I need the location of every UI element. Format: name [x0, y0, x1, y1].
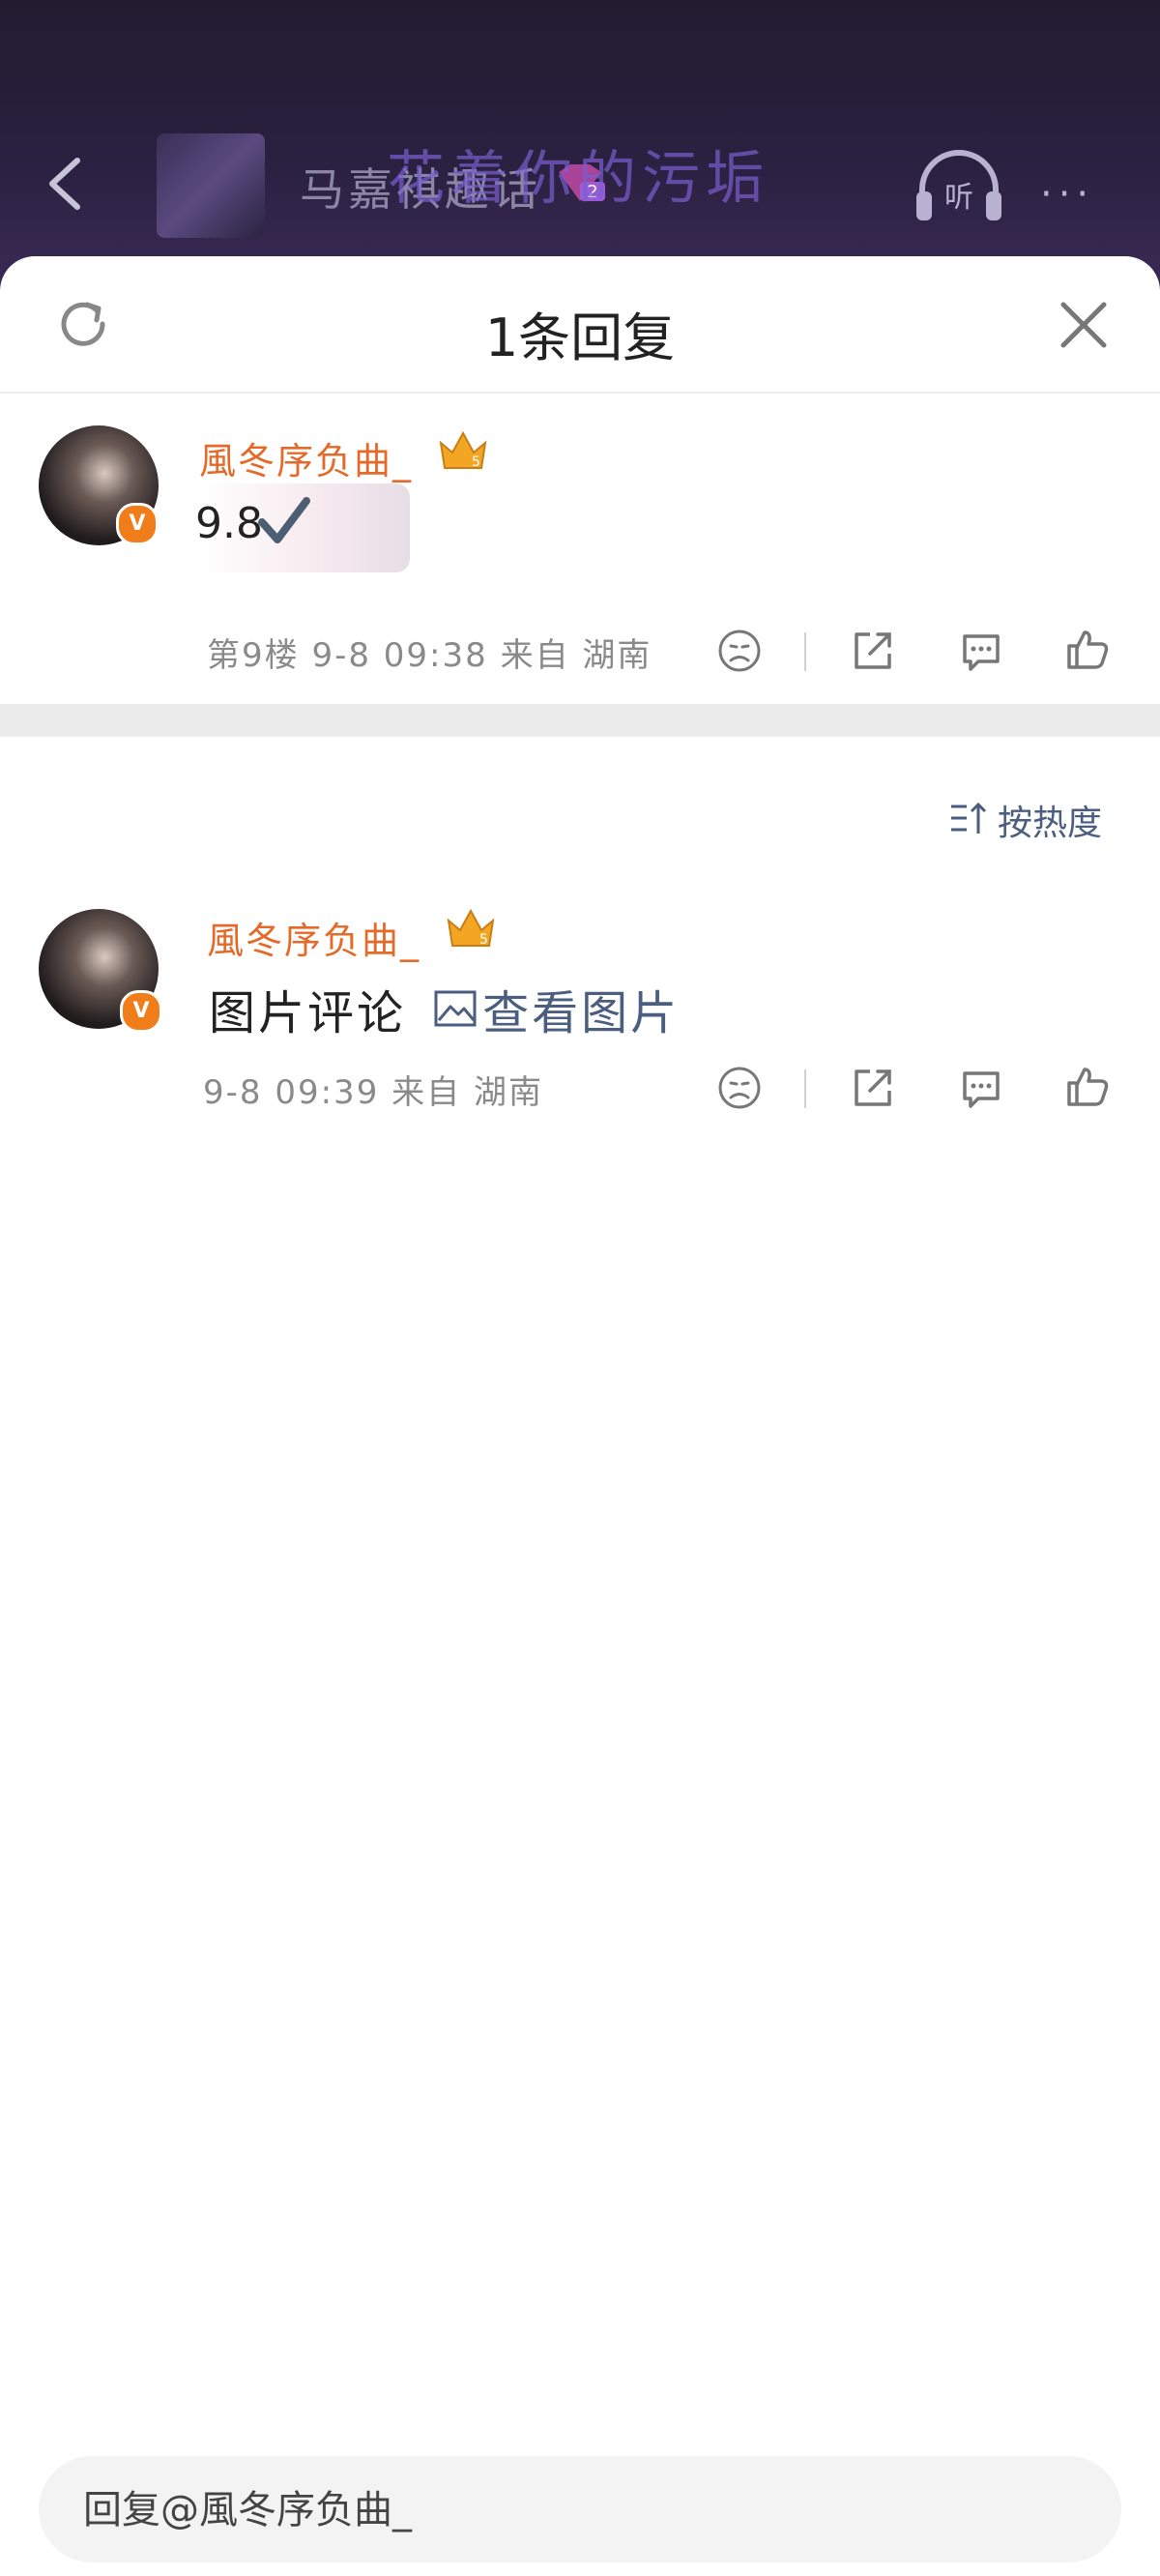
topic-thumbnail[interactable] — [157, 133, 265, 238]
svg-text:5: 5 — [472, 454, 480, 470]
more-options-icon[interactable]: ··· — [1040, 172, 1094, 217]
reply-text: 图片评论 — [209, 986, 407, 1040]
sheet-header: 1条回复 — [0, 256, 1160, 394]
comment-bubble-icon[interactable] — [957, 1064, 1005, 1112]
floor-number: 第9楼 — [207, 636, 300, 675]
verified-badge-icon: V — [120, 990, 162, 1033]
svg-text:5: 5 — [479, 932, 488, 948]
comment-username[interactable]: 風冬序负曲_ — [199, 431, 413, 484]
share-icon[interactable] — [849, 627, 897, 675]
share-icon[interactable] — [849, 1064, 897, 1112]
section-separator — [0, 704, 1160, 737]
view-image-label: 查看图片 — [482, 986, 681, 1040]
action-divider — [804, 1069, 806, 1108]
reply-time: 9-8 09:39 — [203, 1073, 380, 1112]
sort-by-hot-button[interactable]: 按热度 — [949, 795, 1123, 843]
view-image-link[interactable]: 查看图片 — [433, 975, 680, 1040]
check-mark-icon — [258, 497, 310, 543]
reply-username[interactable]: 風冬序负曲_ — [207, 911, 420, 964]
comment-bubble-icon[interactable] — [957, 627, 1005, 675]
close-icon[interactable] — [1056, 297, 1112, 353]
reply-meta: 9-8 09:39 来自 湖南 — [203, 1066, 543, 1113]
reply-input-container[interactable] — [39, 2456, 1121, 2564]
sort-icon — [951, 802, 987, 834]
image-icon — [434, 990, 477, 1027]
listen-headphones-icon[interactable]: 听 — [913, 147, 1005, 224]
back-arrow-icon[interactable] — [39, 155, 97, 213]
comment-meta: 第9楼 9-8 09:38 来自 湖南 — [207, 629, 652, 676]
reply-location: 来自 湖南 — [392, 1073, 543, 1112]
action-divider — [804, 632, 806, 671]
replies-sheet: 1条回复 — [0, 256, 1160, 2576]
like-thumb-icon[interactable] — [1063, 625, 1112, 673]
dislike-emoji-icon[interactable] — [715, 1064, 764, 1112]
watermark-overlay-text: 花着你的污垢 — [387, 145, 769, 213]
sheet-title: 1条回复 — [484, 307, 676, 368]
crown-icon: 5 — [439, 430, 487, 470]
dislike-emoji-icon[interactable] — [715, 627, 764, 675]
sort-label: 按热度 — [998, 804, 1103, 843]
crown-icon: 5 — [447, 908, 495, 948]
comment-text: 9.8 — [195, 499, 263, 548]
verified-badge-icon: V — [116, 503, 159, 545]
comment-location: 来自 湖南 — [500, 636, 652, 675]
svg-text:听: 听 — [944, 181, 973, 215]
comment-time: 9-8 09:38 — [311, 636, 488, 675]
like-thumb-icon[interactable] — [1063, 1062, 1112, 1110]
top-bar: 马嘉祺趣话 2 花着你的污垢 听 ··· — [0, 0, 1160, 290]
reply-input[interactable] — [81, 2456, 1071, 2564]
